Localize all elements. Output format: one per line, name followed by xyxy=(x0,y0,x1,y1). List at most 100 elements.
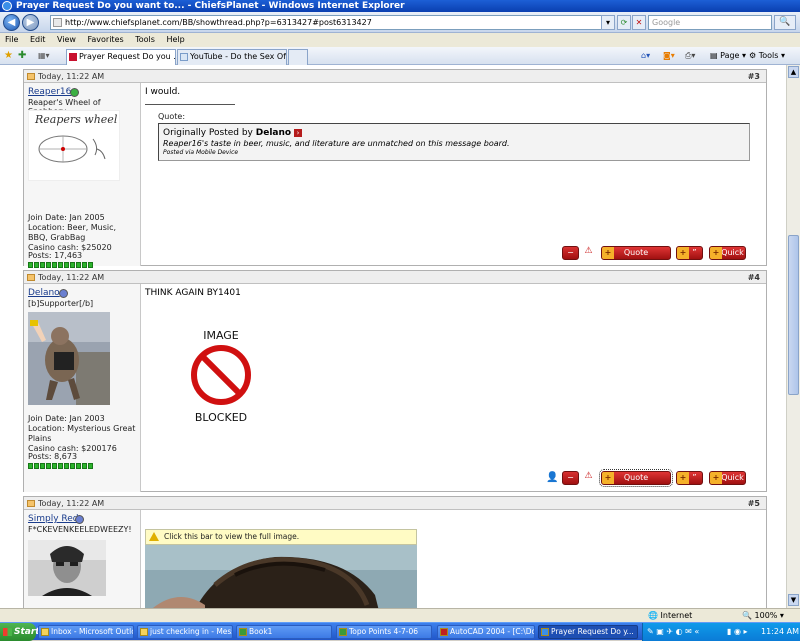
username-link[interactable]: Simply Red xyxy=(28,514,78,524)
menu-view[interactable]: View xyxy=(57,33,76,47)
tab-favicon xyxy=(69,53,77,61)
start-button[interactable]: Start xyxy=(0,623,40,641)
reputation-point xyxy=(46,463,51,469)
tray-icons[interactable]: ✎ ▣ ✈ ◐ ✉ « xyxy=(647,623,699,641)
quote-label: Quote: xyxy=(158,112,186,121)
menu-help[interactable]: Help xyxy=(166,33,184,47)
multi-quote-button[interactable]: +” xyxy=(676,471,703,485)
user-title: [b]Supporter[/b] xyxy=(28,299,94,308)
post-5: Today, 11:22 AM #5 Simply Red F*CKEVENKE… xyxy=(23,496,767,608)
minus-button[interactable]: − xyxy=(562,471,579,485)
tools-menu[interactable]: ⚙ Tools ▾ xyxy=(749,50,785,62)
excel-icon xyxy=(239,628,247,636)
taskbar: Start Inbox - Microsoft Outlook just che… xyxy=(0,622,800,641)
taskbar-autocad[interactable]: AutoCAD 2004 - [C:\Doc... xyxy=(437,625,535,639)
quote-button[interactable]: + Quote xyxy=(599,469,673,487)
post-message: THINK AGAIN BY1401 xyxy=(145,288,241,298)
username-link[interactable]: Reaper16 xyxy=(28,87,71,97)
refresh-icon[interactable]: ⟳ xyxy=(617,15,631,30)
search-icon[interactable]: 🔍 xyxy=(774,15,796,30)
reputation-point xyxy=(40,262,45,268)
taskbar-outlook[interactable]: Inbox - Microsoft Outlook xyxy=(38,625,134,639)
reputation-point xyxy=(88,463,93,469)
user-profile-icon[interactable]: 👤 xyxy=(546,471,558,484)
menu-bar: File Edit View Favorites Tools Help xyxy=(0,33,800,47)
system-tray: ✎ ▣ ✈ ◐ ✉ « ▮ ◉ ▸ 11:24 AM xyxy=(642,623,800,641)
quick-tabs-icon[interactable]: ▦▾ xyxy=(38,50,50,62)
forward-icon[interactable]: ▶ xyxy=(22,14,39,31)
user-info: Join Date: Jan 2003 Location: Mysterious… xyxy=(28,414,138,454)
address-dropdown-icon[interactable]: ▾ xyxy=(601,15,615,30)
vertical-scrollbar[interactable]: ▲ ▼ xyxy=(786,65,800,608)
menu-favorites[interactable]: Favorites xyxy=(88,33,124,47)
print-icon[interactable]: ⎙▾ xyxy=(685,50,695,62)
tab-youtube[interactable]: YouTube - Do the Sex Offen... xyxy=(177,49,287,65)
page-menu[interactable]: ▤ Page ▾ xyxy=(710,50,746,62)
menu-tools[interactable]: Tools xyxy=(135,33,155,47)
menu-edit[interactable]: Edit xyxy=(30,33,46,47)
scroll-down-icon[interactable]: ▼ xyxy=(788,594,799,606)
blocked-image-top-text: IMAGE xyxy=(203,329,239,342)
user-sidebar: Delano [b]Supporter[/b] Join Date: Jan 2… xyxy=(24,284,141,492)
username-link[interactable]: Delano xyxy=(28,288,60,298)
window-titlebar[interactable]: Prayer Request Do you want to... - Chief… xyxy=(0,0,800,12)
blocked-image-bottom-text: BLOCKED xyxy=(194,411,248,424)
report-icon[interactable]: ⚠ xyxy=(583,246,594,257)
report-icon[interactable]: ⚠ xyxy=(583,471,594,482)
tab-prayer-request[interactable]: Prayer Request Do you ... xyxy=(66,49,176,65)
quote-box: Originally Posted by Delano › Reaper16's… xyxy=(158,123,750,161)
view-post-icon[interactable]: › xyxy=(293,128,302,137)
feeds-icon[interactable]: ◙▾ xyxy=(663,50,675,62)
quote-button[interactable]: + Quote xyxy=(601,246,671,260)
tray-app-icons[interactable]: ▮ ◉ ▸ xyxy=(727,623,747,641)
reputation-point xyxy=(88,262,93,268)
zoom-level[interactable]: 🔍 100% ▾ xyxy=(742,609,784,622)
post-number-link[interactable]: #4 xyxy=(748,271,760,284)
post-buttons: 👤 − ⚠ + Quote +” + Quick xyxy=(546,469,758,487)
post-number-link[interactable]: #3 xyxy=(748,70,760,83)
search-input[interactable]: Google xyxy=(648,15,772,30)
avatar xyxy=(28,540,106,596)
stop-icon[interactable]: ✕ xyxy=(632,15,646,30)
taskbar-ie[interactable]: Prayer Request Do y... xyxy=(538,625,638,639)
menu-file[interactable]: File xyxy=(5,33,18,47)
post-header: Today, 11:22 AM #4 xyxy=(24,271,766,284)
minus-button[interactable]: − xyxy=(562,246,579,260)
reputation-point xyxy=(34,463,39,469)
post-number-link[interactable]: #5 xyxy=(748,497,760,510)
favorites-star-icon[interactable]: ★ xyxy=(4,50,13,62)
post-body: Simply Red F*CKEVENKEELEDWEEZY! Click th… xyxy=(24,510,766,608)
taskbar-messenger[interactable]: just checking in - Messa... xyxy=(137,625,233,639)
reputation-point xyxy=(40,463,45,469)
location: Location: Mysterious Great Plains xyxy=(28,424,136,443)
globe-icon: 🌐 xyxy=(648,611,661,620)
scroll-thumb[interactable] xyxy=(788,235,799,395)
post-header: Today, 11:22 AM #3 xyxy=(24,70,766,83)
reputation-point xyxy=(64,463,69,469)
windows-logo-icon xyxy=(3,628,12,636)
home-icon[interactable]: ⌂▾ xyxy=(641,50,650,62)
reputation-bar xyxy=(28,463,93,469)
reputation-point xyxy=(28,463,33,469)
warning-icon xyxy=(149,532,159,541)
quick-reply-button[interactable]: + Quick xyxy=(709,471,746,485)
ie-icon xyxy=(541,628,549,636)
quote-author: Delano xyxy=(255,128,292,138)
quick-reply-button[interactable]: + Quick xyxy=(709,246,746,260)
back-icon[interactable]: ◀ xyxy=(3,14,20,31)
autocad-icon xyxy=(440,628,448,636)
post-image[interactable] xyxy=(145,545,417,608)
resize-notice-bar[interactable]: Click this bar to view the full image. xyxy=(145,529,417,545)
taskbar-topo-points[interactable]: Topo Points 4-7-06 xyxy=(336,625,432,639)
address-toolbar: ◀ ▶ http://www.chiefsplanet.com/BB/showt… xyxy=(0,12,800,33)
reputation-point xyxy=(52,463,57,469)
page-icon xyxy=(53,18,62,27)
new-tab-button[interactable] xyxy=(288,49,308,65)
scroll-up-icon[interactable]: ▲ xyxy=(788,66,799,78)
avatar: Reapers wheel of snobbery xyxy=(28,110,120,181)
address-input[interactable]: http://www.chiefsplanet.com/BB/showthrea… xyxy=(50,15,613,30)
reputation-point xyxy=(46,262,51,268)
taskbar-excel[interactable]: Book1 xyxy=(236,625,332,639)
add-favorite-icon[interactable]: ✚ xyxy=(18,50,26,62)
multi-quote-button[interactable]: +” xyxy=(676,246,703,260)
